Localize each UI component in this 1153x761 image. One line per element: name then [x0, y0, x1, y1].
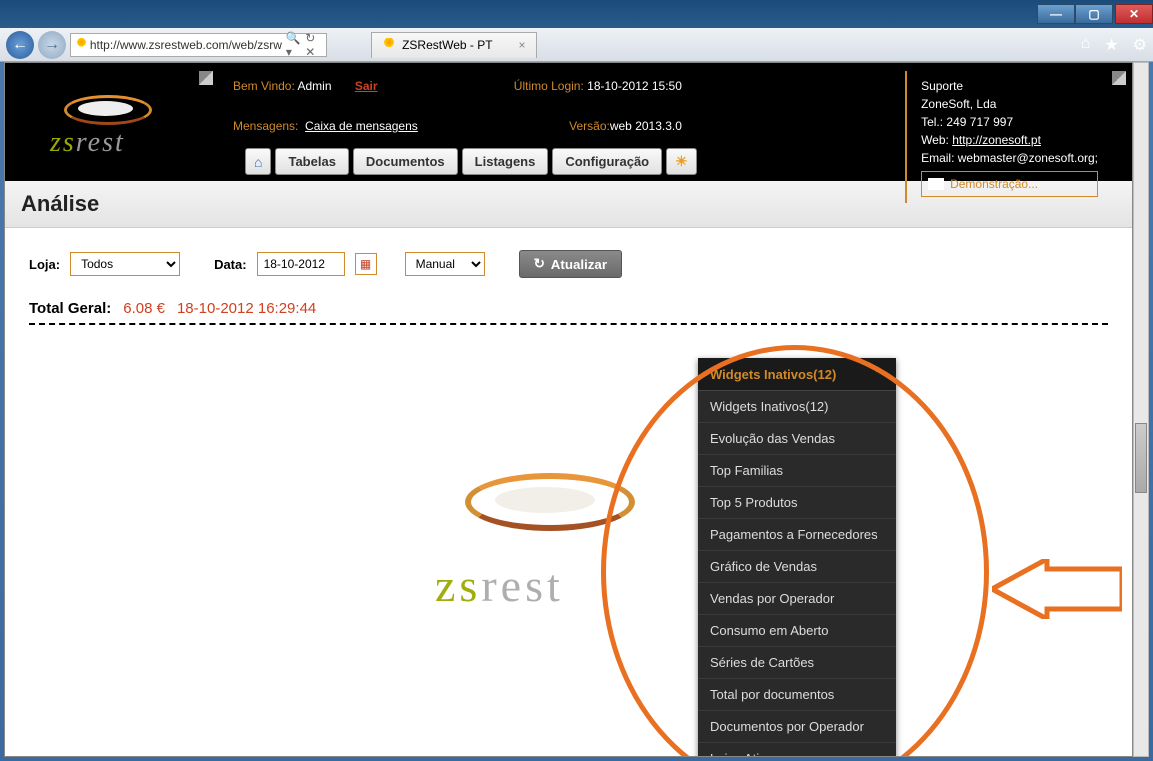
widget-item[interactable]: Top 5 Produtos	[698, 487, 896, 519]
demo-selector[interactable]: Demonstração...	[921, 171, 1098, 197]
widget-item[interactable]: Gráfico de Vendas	[698, 551, 896, 583]
logo[interactable]: zsrest	[5, 63, 215, 181]
window-title-bar: — ▢ ✕	[0, 0, 1153, 28]
tab-favicon-icon	[382, 38, 396, 52]
support-tel-label: Tel.:	[921, 115, 943, 129]
browser-nav-bar: ← → http://www.zsrestweb.com/web/zsrw 🔍 …	[0, 28, 1153, 62]
loja-label: Loja:	[29, 257, 60, 272]
browser-tab[interactable]: ZSRestWeb - PT ×	[371, 32, 536, 58]
page-viewport: zsrest Bem Vindo: Admin Sair Mensagens: …	[4, 62, 1133, 757]
widget-item[interactable]: Pagamentos a Fornecedores	[698, 519, 896, 551]
loja-select[interactable]: Todos	[70, 252, 180, 276]
vertical-scrollbar[interactable]	[1133, 62, 1149, 757]
support-block: Suporte ZoneSoft, Lda Tel.: 249 717 997 …	[905, 71, 1112, 203]
version-label: Versão:	[569, 119, 610, 133]
menu-documentos[interactable]: Documentos	[353, 148, 458, 175]
main-menu: Tabelas Documentos Listagens Configuraçã…	[245, 148, 697, 175]
widgets-header-label: Widgets Inativos(12)	[710, 367, 836, 382]
widget-item[interactable]: Consumo em Aberto	[698, 615, 896, 647]
support-web-label: Web:	[921, 133, 949, 147]
demo-label: Demonstração...	[950, 175, 1038, 193]
version-value: web 2013.3.0	[610, 119, 682, 133]
total-timestamp: 18-10-2012 16:29:44	[177, 300, 316, 317]
site-header: zsrest Bem Vindo: Admin Sair Mensagens: …	[5, 63, 1132, 181]
support-web-link[interactable]: http://zonesoft.pt	[952, 133, 1041, 147]
background-logo: zsrest	[435, 473, 655, 612]
widget-item[interactable]: Widgets Inativos(12)	[698, 391, 896, 423]
messages-link[interactable]: Caixa de mensagens	[305, 119, 418, 133]
widget-item[interactable]: Séries de Cartões	[698, 647, 896, 679]
tab-title: ZSRestWeb - PT	[402, 38, 492, 52]
total-label: Total Geral:	[29, 300, 111, 317]
window-minimize-button[interactable]: —	[1037, 4, 1075, 24]
widget-item[interactable]: Documentos por Operador	[698, 711, 896, 743]
browser-window: — ▢ ✕ ← → http://www.zsrestweb.com/web/z…	[0, 0, 1153, 761]
menu-listagens[interactable]: Listagens	[462, 148, 549, 175]
browser-toolbar-icons: ⌂ ★ ⚙	[1081, 35, 1147, 55]
home-icon[interactable]: ⌂	[1081, 35, 1091, 55]
scroll-thumb[interactable]	[1135, 423, 1147, 493]
date-input[interactable]	[257, 252, 345, 276]
filter-bar: Loja: Todos Data: ▦ Manual ↻ Atualizar	[5, 228, 1132, 286]
menu-configuracao[interactable]: Configuração	[552, 148, 662, 175]
window-maximize-button[interactable]: ▢	[1075, 4, 1113, 24]
favorites-icon[interactable]: ★	[1104, 35, 1118, 55]
support-tel: 249 717 997	[946, 115, 1013, 129]
welcome-label: Bem Vindo:	[233, 79, 295, 93]
address-bar[interactable]: http://www.zsrestweb.com/web/zsrw 🔍 ▾ ↻ …	[70, 33, 327, 57]
window-close-button[interactable]: ✕	[1115, 4, 1153, 24]
url-text: http://www.zsrestweb.com/web/zsrw	[90, 38, 282, 52]
favicon-icon	[77, 38, 86, 52]
widget-item[interactable]: Top Familias	[698, 455, 896, 487]
widget-item[interactable]: Total por documentos	[698, 679, 896, 711]
total-amount: 6.08 €	[123, 300, 165, 317]
refresh-icon: ↻	[534, 256, 545, 272]
calendar-icon[interactable]: ▦	[355, 253, 377, 275]
support-company: ZoneSoft, Lda	[921, 95, 1098, 113]
logout-link[interactable]: Sair	[355, 79, 378, 93]
edit-corner-icon[interactable]	[199, 71, 213, 85]
tab-close-icon[interactable]: ×	[519, 38, 526, 52]
settings-icon[interactable]: ⚙	[1133, 35, 1147, 55]
back-button[interactable]: ←	[6, 31, 34, 59]
refresh-button[interactable]: ↻ Atualizar	[519, 250, 622, 278]
totals-row: Total Geral: 6.08 € 18-10-2012 16:29:44	[29, 300, 1108, 325]
mode-select[interactable]: Manual	[405, 252, 485, 276]
widget-item[interactable]: Lojas Ativas	[698, 743, 896, 757]
edit-corner-icon[interactable]	[1112, 71, 1126, 85]
last-login-label: Último Login:	[514, 79, 584, 93]
support-email: webmaster@zonesoft.org;	[958, 151, 1098, 165]
menu-theme-button[interactable]	[666, 148, 697, 175]
chevron-up-icon: ⌃	[873, 366, 884, 382]
refresh-label: Atualizar	[551, 257, 607, 272]
support-title: Suporte	[921, 77, 1098, 95]
support-email-label: Email:	[921, 151, 954, 165]
forward-button[interactable]: →	[38, 31, 66, 59]
welcome-user: Admin	[298, 79, 332, 93]
menu-tabelas[interactable]: Tabelas	[275, 148, 348, 175]
widget-item[interactable]: Vendas por Operador	[698, 583, 896, 615]
demo-icon	[928, 178, 944, 190]
menu-home-button[interactable]	[245, 148, 271, 175]
data-label: Data:	[214, 257, 247, 272]
widget-item[interactable]: Evolução das Vendas	[698, 423, 896, 455]
last-login-value: 18-10-2012 15:50	[587, 79, 682, 93]
widgets-dropdown: Widgets Inativos(12) ⌃ Widgets Inativos(…	[698, 358, 896, 757]
messages-label: Mensagens:	[233, 119, 298, 133]
widgets-dropdown-header[interactable]: Widgets Inativos(12) ⌃	[698, 358, 896, 391]
annotation-arrow-icon	[992, 559, 1122, 619]
